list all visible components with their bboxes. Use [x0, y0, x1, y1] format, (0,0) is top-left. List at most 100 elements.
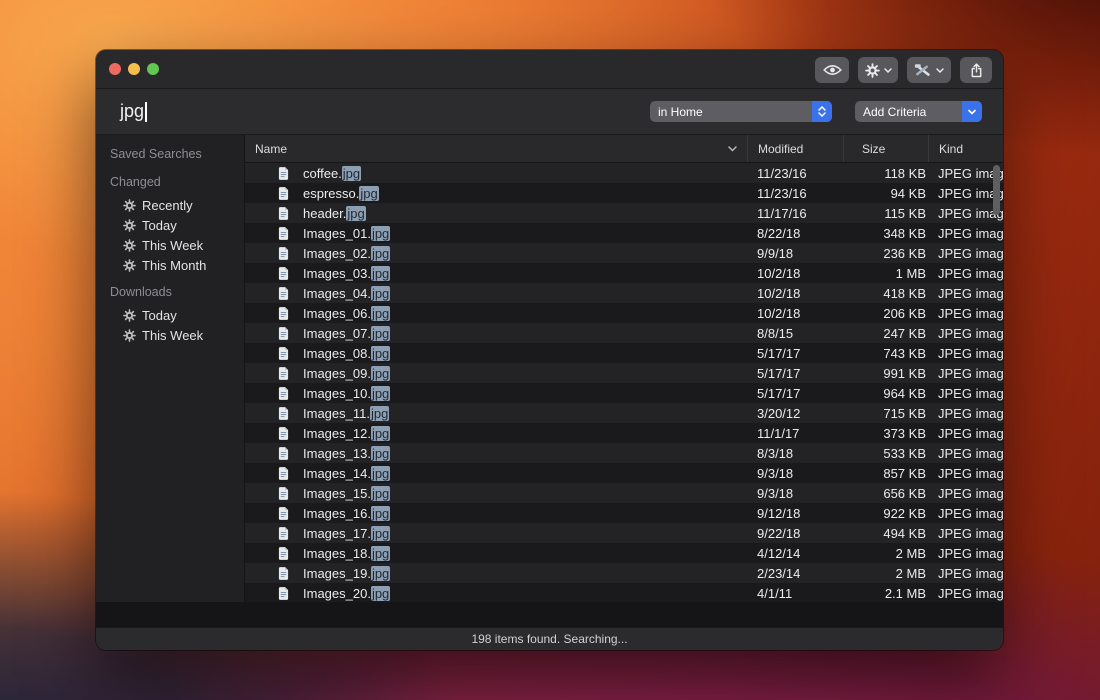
file-size: 991 KB	[843, 366, 928, 381]
file-name: Images_18.jpg	[303, 546, 747, 561]
search-match-highlight: jpg	[371, 346, 390, 361]
zoom-button[interactable]	[147, 63, 159, 75]
jpeg-file-icon	[245, 247, 303, 260]
table-row[interactable]: header.jpg 11/17/16 115 KB JPEG image	[245, 203, 1003, 223]
column-header-size[interactable]: Size	[843, 135, 928, 162]
file-modified-date: 10/2/18	[747, 286, 843, 301]
table-row[interactable]: Images_17.jpg 9/22/18 494 KB JPEG image	[245, 523, 1003, 543]
add-criteria-popup[interactable]: Add Criteria	[855, 101, 982, 122]
file-name: Images_19.jpg	[303, 566, 747, 581]
table-row[interactable]: Images_20.jpg 4/1/11 2.1 MB JPEG image	[245, 583, 1003, 602]
smart-folder-gear-icon	[123, 329, 136, 342]
search-match-highlight: jpg	[371, 326, 390, 341]
table-row[interactable]: Images_09.jpg 5/17/17 991 KB JPEG image	[245, 363, 1003, 383]
jpeg-file-icon	[245, 367, 303, 380]
jpeg-file-icon	[245, 327, 303, 340]
search-match-highlight: jpg	[371, 466, 390, 481]
file-name: coffee.jpg	[303, 166, 747, 181]
jpeg-file-icon	[245, 167, 303, 180]
quick-look-button[interactable]	[815, 57, 849, 83]
column-header-name[interactable]: Name	[245, 135, 747, 162]
file-modified-date: 8/8/15	[747, 326, 843, 341]
file-kind: JPEG image	[928, 266, 1003, 281]
minimize-button[interactable]	[128, 63, 140, 75]
file-name: Images_10.jpg	[303, 386, 747, 401]
search-match-highlight: jpg	[371, 586, 390, 601]
table-row[interactable]: Images_13.jpg 8/3/18 533 KB JPEG image	[245, 443, 1003, 463]
table-row[interactable]: Images_11.jpg 3/20/12 715 KB JPEG image	[245, 403, 1003, 423]
table-row[interactable]: Images_14.jpg 9/3/18 857 KB JPEG image	[245, 463, 1003, 483]
file-name: Images_02.jpg	[303, 246, 747, 261]
file-modified-date: 2/23/14	[747, 566, 843, 581]
action-menu-button[interactable]	[858, 57, 898, 83]
jpeg-file-icon	[245, 447, 303, 460]
sidebar-item[interactable]: This Week	[96, 235, 244, 255]
up-down-chevron-icon	[812, 101, 832, 122]
sidebar-section-changed: Recently Today This Week	[96, 195, 244, 275]
file-size: 348 KB	[843, 226, 928, 241]
sidebar-item[interactable]: Today	[96, 305, 244, 325]
file-size: 494 KB	[843, 526, 928, 541]
file-size: 118 KB	[843, 166, 928, 181]
share-button[interactable]	[960, 57, 992, 83]
table-row[interactable]: Images_08.jpg 5/17/17 743 KB JPEG image	[245, 343, 1003, 363]
close-button[interactable]	[109, 63, 121, 75]
sidebar-item[interactable]: This Week	[96, 325, 244, 345]
table-row[interactable]: Images_04.jpg 10/2/18 418 KB JPEG image	[245, 283, 1003, 303]
sidebar: Saved Searches Changed Recently	[96, 135, 245, 602]
table-row[interactable]: Images_19.jpg 2/23/14 2 MB JPEG image	[245, 563, 1003, 583]
jpeg-file-icon	[245, 287, 303, 300]
file-name: Images_12.jpg	[303, 426, 747, 441]
file-size: 857 KB	[843, 466, 928, 481]
file-modified-date: 11/23/16	[747, 166, 843, 181]
vertical-scrollbar[interactable]	[993, 165, 1000, 215]
table-row[interactable]: Images_01.jpg 8/22/18 348 KB JPEG image	[245, 223, 1003, 243]
search-match-highlight: jpg	[371, 246, 390, 261]
sidebar-title: Saved Searches	[96, 147, 244, 161]
search-match-highlight: jpg	[371, 286, 390, 301]
file-kind: JPEG image	[928, 386, 1003, 401]
file-modified-date: 9/9/18	[747, 246, 843, 261]
column-header-modified[interactable]: Modified	[747, 135, 843, 162]
table-row[interactable]: Images_16.jpg 9/12/18 922 KB JPEG image	[245, 503, 1003, 523]
table-row[interactable]: Images_03.jpg 10/2/18 1 MB JPEG image	[245, 263, 1003, 283]
sidebar-section-header-downloads: Downloads	[96, 285, 244, 299]
file-kind: JPEG image	[928, 246, 1003, 261]
tools-menu-button[interactable]	[907, 57, 951, 83]
table-row[interactable]: Images_02.jpg 9/9/18 236 KB JPEG image	[245, 243, 1003, 263]
table-row[interactable]: Images_10.jpg 5/17/17 964 KB JPEG image	[245, 383, 1003, 403]
smart-folder-gear-icon	[123, 309, 136, 322]
file-kind: JPEG image	[928, 306, 1003, 321]
file-size: 2.1 MB	[843, 586, 928, 601]
table-row[interactable]: espresso.jpg 11/23/16 94 KB JPEG image	[245, 183, 1003, 203]
file-size: 656 KB	[843, 486, 928, 501]
file-size: 533 KB	[843, 446, 928, 461]
sidebar-item[interactable]: Recently	[96, 195, 244, 215]
hammer-wrench-icon	[914, 63, 932, 78]
smart-folder-gear-icon	[123, 219, 136, 232]
column-header-kind[interactable]: Kind	[928, 135, 1003, 162]
sidebar-item-label: This Week	[142, 238, 203, 253]
table-row[interactable]: coffee.jpg 11/23/16 118 KB JPEG image	[245, 163, 1003, 183]
sidebar-item[interactable]: This Month	[96, 255, 244, 275]
search-match-highlight: jpg	[371, 306, 390, 321]
search-scope-popup[interactable]: in Home	[650, 101, 832, 122]
search-query-text: jpg	[120, 101, 144, 122]
jpeg-file-icon	[245, 387, 303, 400]
table-row[interactable]: Images_15.jpg 9/3/18 656 KB JPEG image	[245, 483, 1003, 503]
search-match-highlight: jpg	[370, 406, 389, 421]
search-input[interactable]: jpg	[120, 101, 147, 122]
table-row[interactable]: Images_12.jpg 11/1/17 373 KB JPEG image	[245, 423, 1003, 443]
sidebar-item[interactable]: Today	[96, 215, 244, 235]
file-name: Images_06.jpg	[303, 306, 747, 321]
table-row[interactable]: Images_06.jpg 10/2/18 206 KB JPEG image	[245, 303, 1003, 323]
table-row[interactable]: Images_18.jpg 4/12/14 2 MB JPEG image	[245, 543, 1003, 563]
sidebar-item-label: This Month	[142, 258, 206, 273]
gear-icon	[865, 63, 880, 78]
file-modified-date: 11/1/17	[747, 426, 843, 441]
sort-chevron-icon	[728, 146, 737, 152]
file-kind: JPEG image	[928, 366, 1003, 381]
file-kind: JPEG image	[928, 446, 1003, 461]
jpeg-file-icon	[245, 427, 303, 440]
table-row[interactable]: Images_07.jpg 8/8/15 247 KB JPEG image	[245, 323, 1003, 343]
